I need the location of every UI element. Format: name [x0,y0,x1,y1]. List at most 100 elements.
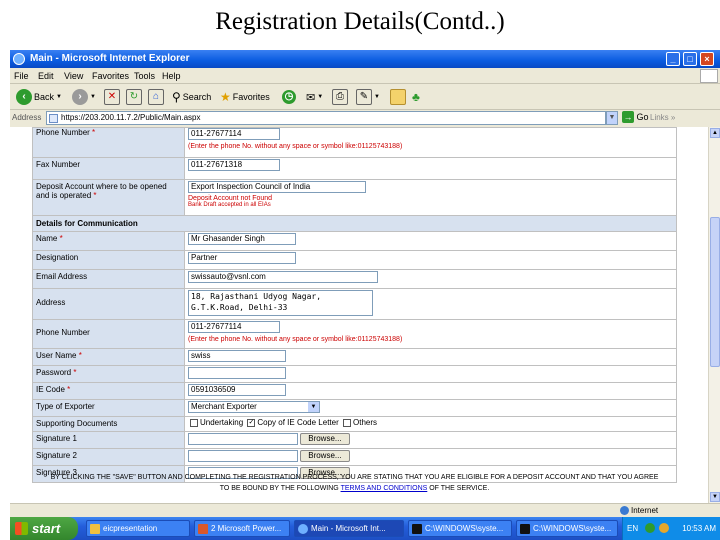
chevron-down-icon: ▼ [90,94,96,100]
username-input[interactable]: swiss [188,350,286,362]
form-row-password: Password * [32,365,677,383]
stop-button[interactable]: ✕ [104,88,120,106]
terms-notice: BY CLICKING THE "SAVE" BUTTON AND COMPLE… [32,472,677,494]
phone-input[interactable]: 011-27677114 [188,321,280,333]
address-url: https://203.200.11.7.2/Public/Main.aspx [61,113,201,122]
search-button[interactable]: ⚲ Search [172,88,211,106]
designation-input[interactable]: Partner [188,252,296,264]
form-row-username: User Name * swiss [32,348,677,366]
address-input[interactable]: https://203.200.11.7.2/Public/Main.aspx [46,111,606,125]
taskbar-item-cmd-2[interactable]: C:\WINDOWS\syste... [516,520,618,537]
others-checkbox[interactable] [343,418,351,427]
tray-shield-icon[interactable] [645,523,655,533]
forward-button[interactable]: › ▼ [72,88,96,106]
windows-flag-icon [15,522,28,535]
signature-1-input[interactable] [188,433,298,445]
undertaking-checkbox[interactable] [190,418,198,427]
mail-icon: ✉ [306,91,316,104]
taskbar-item-cmd-1[interactable]: C:\WINDOWS\syste... [408,520,512,537]
search-icon: ⚲ [172,90,181,104]
menu-view[interactable]: View [64,71,83,81]
back-button[interactable]: ‹ Back ▼ [16,88,62,106]
password-input[interactable] [188,367,286,379]
edit-button[interactable]: ✎ ▼ [356,88,380,106]
zone-label: Internet [631,506,659,515]
address-textarea[interactable]: 18, Rajasthani Udyog Nagar, G.T.K.Road, D… [188,290,373,316]
window-titlebar: Main - Microsoft Internet Explorer _ □ × [10,50,720,68]
ie-code-letter-checkbox[interactable]: ✓ [247,418,256,427]
name-input[interactable]: Mr Ghasander Singh [188,233,296,245]
task-label: C:\WINDOWS\syste... [425,524,504,533]
taskbar-item-main-ie[interactable]: Main - Microsoft Int... [294,520,404,537]
history-button[interactable]: ◷ [282,88,296,106]
menu-file[interactable]: File [14,71,29,81]
messenger-button[interactable]: ♣ [412,88,420,106]
minimize-button[interactable]: _ [666,52,680,66]
back-label: Back [34,92,55,102]
undertaking-label: Undertaking [200,418,244,427]
vertical-scrollbar[interactable]: ▲ ▼ [708,127,720,503]
folder-icon [90,524,100,534]
home-button[interactable]: ⌂ [148,88,164,106]
exporter-type-select[interactable]: Merchant Exporter ▼ [188,401,320,413]
taskbar-item-eicpresentation[interactable]: eicpresentation [86,520,190,537]
signature-1-browse-button[interactable]: Browse... [300,433,350,445]
terms-line-2a: TO BE BOUND BY THE FOLLOWING [219,485,341,492]
links-button[interactable]: Links » [650,113,675,122]
edit-icon: ✎ [356,89,372,105]
phone-hint-top: (Enter the phone No. without any space o… [188,143,403,150]
bank-draft-note: Bank Draft accepted in all EIAs [188,202,271,208]
deposit-account-select[interactable]: Export Inspection Council of India [188,181,366,193]
go-button[interactable]: → Go [622,111,649,123]
maximize-button[interactable]: □ [683,52,697,66]
form-row-designation: Designation Partner [32,250,677,270]
task-label: 2 Microsoft Power... [211,524,282,533]
menu-help[interactable]: Help [162,71,181,81]
fax-label: Fax Number [36,160,81,169]
phone-label: Phone Number [36,128,90,137]
ie-icon [13,53,25,65]
window-title: Main - Microsoft Internet Explorer [30,53,190,64]
menu-tools[interactable]: Tools [134,71,155,81]
taskbar-item-powerpoint[interactable]: 2 Microsoft Power... [194,520,290,537]
form-section-row: Details for Communication [32,215,677,232]
print-button[interactable]: ⎙ [332,88,348,106]
address-line-2: G.T.K.Road, Delhi-33 [191,303,288,312]
phone-input-top[interactable]: 011-27677114 [188,128,280,140]
form-row-address: Address 18, Rajasthani Udyog Nagar, G.T.K… [32,288,677,320]
task-label: Main - Microsoft Int... [311,524,386,533]
password-label: Password [36,368,72,377]
menu-favorites[interactable]: Favorites [92,71,129,81]
chevron-down-icon: ▼ [374,94,380,100]
tray-app-icon[interactable] [659,523,669,533]
signature-2-browse-button[interactable]: Browse... [300,450,350,462]
form-row-name: Name * Mr Ghasander Singh [32,231,677,251]
scroll-thumb[interactable] [710,217,720,367]
history-icon: ◷ [282,90,296,104]
browser-screenshot: Main - Microsoft Internet Explorer _ □ ×… [10,50,720,540]
chevron-down-icon: ▼ [317,94,324,100]
language-indicator[interactable]: EN [627,524,638,533]
folder-icon [390,89,406,105]
scroll-up-icon[interactable]: ▲ [710,128,720,138]
terms-link[interactable]: TERMS AND CONDITIONS [341,485,428,492]
refresh-button[interactable]: ↻ [126,88,142,106]
required-mark: * [92,128,96,137]
registration-form: Phone Number * 011-27677114 (Enter the p… [32,127,677,483]
mail-button[interactable]: ✉ ▼ [306,88,323,106]
deposit-account-error: Deposit Account not Found [188,195,273,202]
email-input[interactable]: swissauto@vsnl.com [188,271,378,283]
fax-input[interactable]: 011-27671318 [188,159,280,171]
iecode-input[interactable]: 0591036509 [188,384,286,396]
scroll-down-icon[interactable]: ▼ [710,492,720,502]
address-dropdown-icon[interactable]: ▼ [606,111,618,125]
favorites-button[interactable]: ★ Favorites [220,88,270,106]
signature-2-input[interactable] [188,450,298,462]
toolbar: ‹ Back ▼ › ▼ ✕ ↻ ⌂ ⚲ Search ★ Favorites … [10,84,720,110]
close-button[interactable]: × [700,52,714,66]
documents-label: Supporting Documents [36,419,118,428]
menu-edit[interactable]: Edit [38,71,54,81]
form-row-iecode: IE Code * 0591036509 [32,382,677,400]
folder-button[interactable] [390,88,406,106]
start-button[interactable]: start [10,517,78,540]
